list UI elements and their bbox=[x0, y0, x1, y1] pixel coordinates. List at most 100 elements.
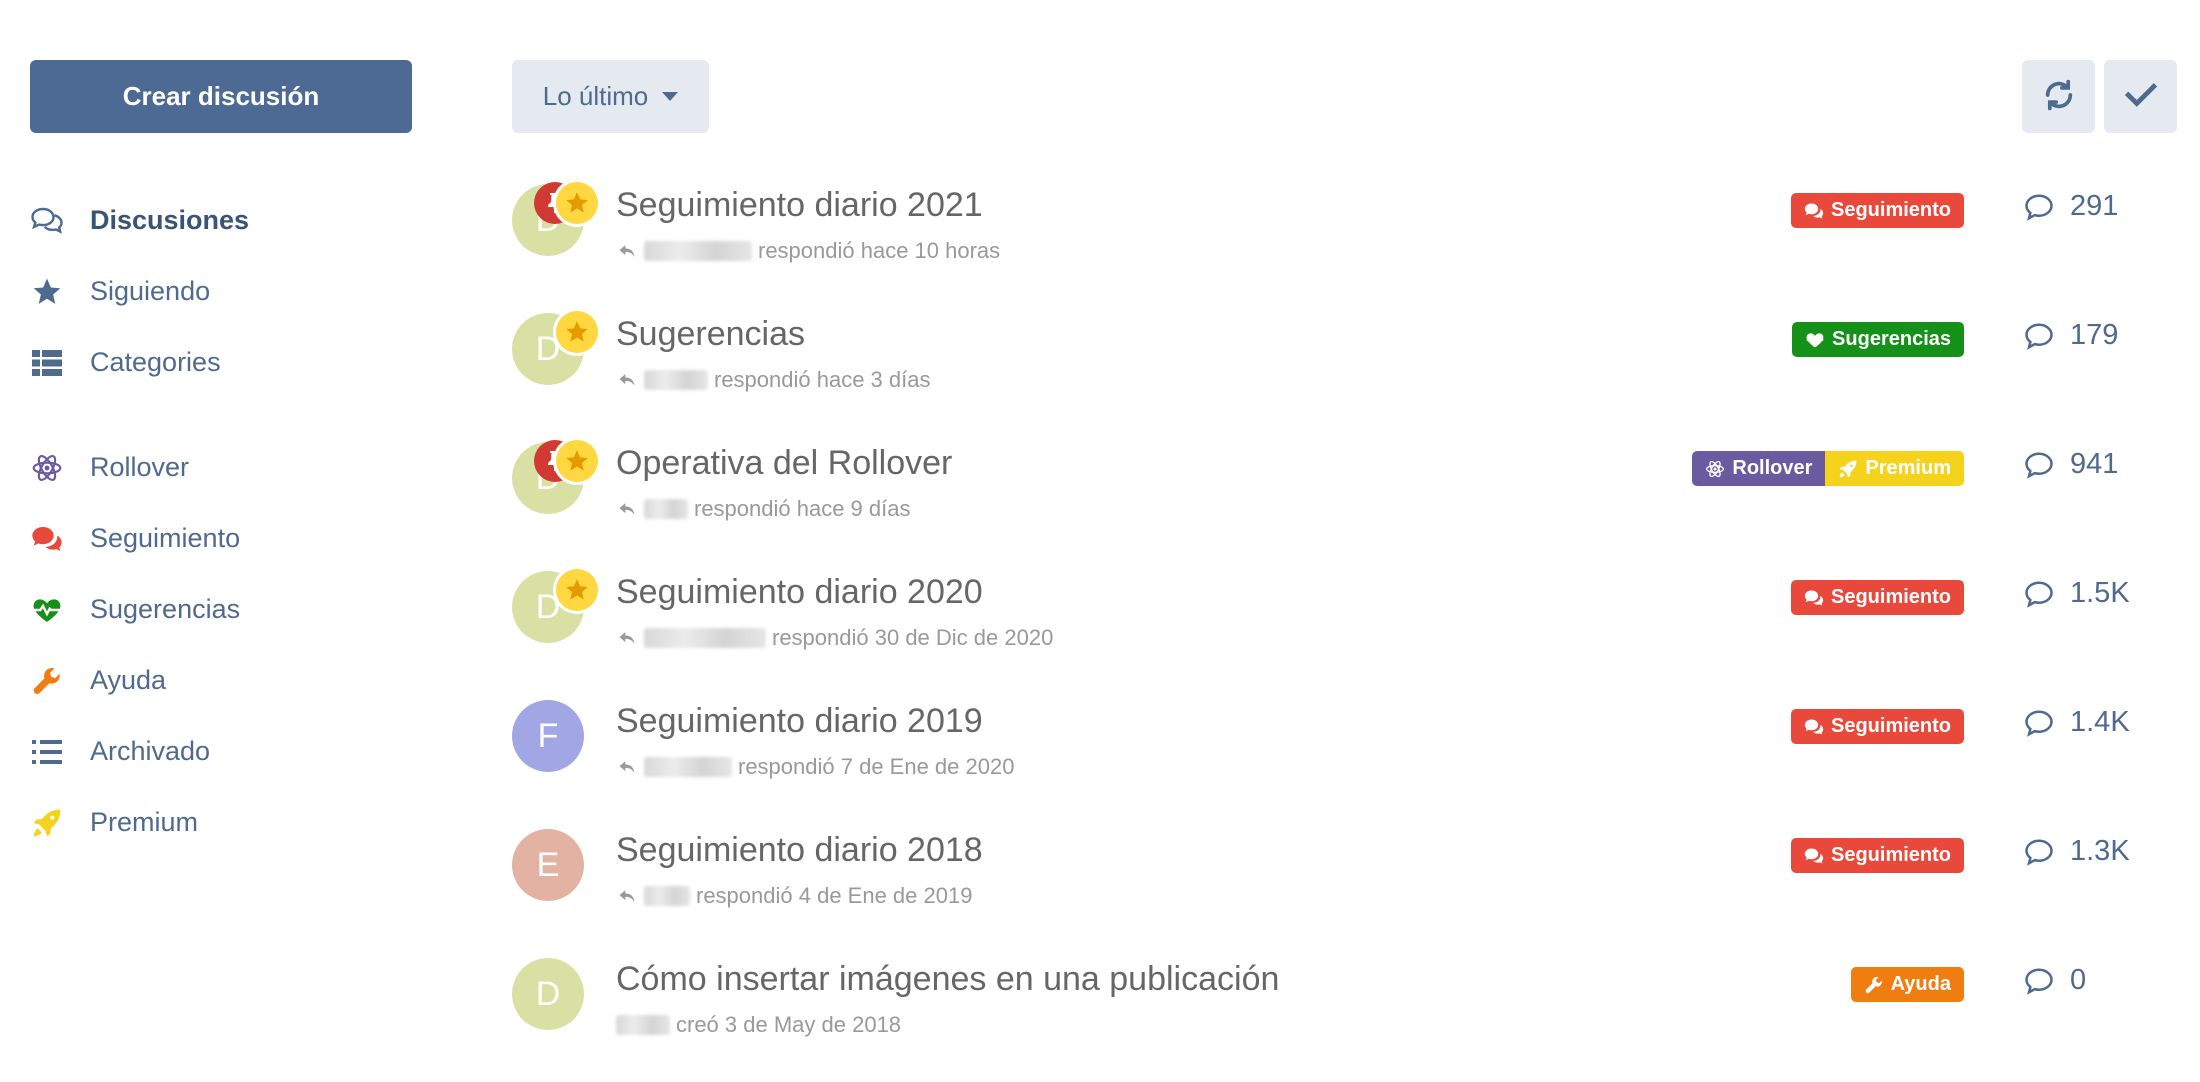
rocket-icon bbox=[30, 806, 64, 840]
star-icon bbox=[30, 275, 64, 309]
reply-count-value: 1.5K bbox=[2070, 577, 2130, 609]
sidebar-item-label: Discusiones bbox=[90, 205, 250, 235]
discussion-meta-text: respondió 4 de Ene de 2019 bbox=[696, 883, 973, 908]
tag-list: Seguimiento bbox=[1790, 580, 1964, 615]
avatar[interactable]: E bbox=[512, 829, 584, 901]
atom-icon bbox=[1705, 459, 1725, 479]
sidebar-item-categories[interactable]: Categories bbox=[30, 327, 412, 398]
tag-seguimiento[interactable]: Seguimiento bbox=[1790, 580, 1964, 615]
reply-icon bbox=[616, 757, 638, 777]
rocket-icon bbox=[1838, 459, 1858, 479]
sidebar-item-rollover[interactable]: Rollover bbox=[30, 432, 412, 503]
sidebar-item-seguimiento[interactable]: Seguimiento bbox=[30, 503, 412, 574]
discussion-title[interactable]: Operativa del Rollover bbox=[616, 444, 952, 483]
reply-count[interactable]: 1.4K bbox=[2024, 706, 2130, 739]
reply-count-value: 0 bbox=[2070, 964, 2087, 996]
discussion-meta: respondió hace 3 días bbox=[616, 367, 931, 393]
discussion-row[interactable]: D Operativa del Rollover respondió hace … bbox=[512, 430, 2142, 559]
reply-count[interactable]: 1.3K bbox=[2024, 835, 2130, 868]
discussion-row[interactable]: D Sugerencias respondió hace 3 días Suge… bbox=[512, 301, 2142, 430]
tag-label: Rollover bbox=[1732, 457, 1813, 479]
reply-count-value: 291 bbox=[2070, 190, 2119, 222]
discussion-meta: respondió hace 10 horas bbox=[616, 238, 1000, 264]
sidebar-item-archivado[interactable]: Archivado bbox=[30, 716, 412, 787]
start-discussion-button[interactable]: Crear discusión bbox=[30, 60, 412, 133]
discussion-meta: respondió hace 9 días bbox=[616, 496, 911, 522]
username-redacted bbox=[644, 886, 690, 906]
discussion-row[interactable]: F Seguimiento diario 2019 respondió 7 de… bbox=[512, 688, 2142, 817]
username-redacted bbox=[644, 757, 732, 777]
reply-count[interactable]: 941 bbox=[2024, 448, 2118, 481]
star-icon bbox=[564, 319, 590, 345]
discussion-meta-text: respondió hace 3 días bbox=[714, 367, 931, 392]
discussion-meta-text: respondió hace 9 días bbox=[694, 496, 911, 521]
discussion-title[interactable]: Seguimiento diario 2021 bbox=[616, 186, 983, 225]
discussion-meta: respondió 30 de Dic de 2020 bbox=[616, 625, 1053, 651]
tag-list: Seguimiento bbox=[1790, 709, 1964, 744]
reply-count-value: 941 bbox=[2070, 448, 2119, 480]
discussion-row[interactable]: D Seguimiento diario 2020 respondió 30 d… bbox=[512, 559, 2142, 688]
discussion-row[interactable]: D Seguimiento diario 2021 respondió hace… bbox=[512, 172, 2142, 301]
discussion-title[interactable]: Seguimiento diario 2019 bbox=[616, 702, 983, 741]
sticky-badge bbox=[556, 440, 598, 482]
comments-solid-icon bbox=[1804, 201, 1824, 221]
sort-dropdown-button[interactable]: Lo último bbox=[512, 60, 709, 133]
sidebar-item-sugerencias[interactable]: Sugerencias bbox=[30, 574, 412, 645]
discussion-title[interactable]: Sugerencias bbox=[616, 315, 805, 354]
avatar[interactable]: F bbox=[512, 700, 584, 772]
reply-count-value: 179 bbox=[2070, 319, 2119, 351]
avatar[interactable]: D bbox=[512, 958, 584, 1030]
reply-count[interactable]: 0 bbox=[2024, 964, 2086, 997]
tag-label: Ayuda bbox=[1890, 973, 1951, 995]
sticky-badge bbox=[556, 569, 598, 611]
reply-count[interactable]: 1.5K bbox=[2024, 577, 2130, 610]
discussion-title[interactable]: Seguimiento diario 2018 bbox=[616, 831, 983, 870]
comment-icon bbox=[2024, 708, 2054, 738]
list-grid-icon bbox=[30, 346, 64, 380]
refresh-icon bbox=[2042, 78, 2076, 115]
tag-seguimiento[interactable]: Seguimiento bbox=[1790, 193, 1964, 228]
tag-label: Seguimiento bbox=[1830, 586, 1951, 608]
comments-solid-icon bbox=[30, 522, 64, 556]
sidebar-item-label: Categories bbox=[90, 347, 221, 377]
reply-count[interactable]: 179 bbox=[2024, 319, 2118, 352]
comment-icon bbox=[2024, 837, 2054, 867]
sidebar-item-label: Seguimiento bbox=[90, 523, 241, 553]
sticky-badge bbox=[556, 182, 598, 224]
discussion-title[interactable]: Cómo insertar imágenes en una publicació… bbox=[616, 960, 1279, 999]
reply-icon bbox=[616, 241, 638, 261]
sidebar-nav: Discusiones Siguiendo Categories Rollove… bbox=[30, 185, 412, 858]
tag-ayuda[interactable]: Ayuda bbox=[1850, 967, 1964, 1002]
sidebar-item-siguiendo[interactable]: Siguiendo bbox=[30, 256, 412, 327]
discussion-meta-text: respondió hace 10 horas bbox=[758, 238, 1001, 263]
refresh-button[interactable] bbox=[2022, 60, 2095, 133]
comments-solid-icon bbox=[1804, 846, 1824, 866]
sidebar-item-label: Sugerencias bbox=[90, 594, 241, 624]
sidebar-item-discusiones[interactable]: Discusiones bbox=[30, 185, 412, 256]
tag-label: Seguimiento bbox=[1830, 199, 1951, 221]
tag-sugerencias[interactable]: Sugerencias bbox=[1792, 322, 1964, 357]
tag-seguimiento[interactable]: Seguimiento bbox=[1790, 709, 1964, 744]
tag-seguimiento[interactable]: Seguimiento bbox=[1790, 838, 1964, 873]
discussion-title[interactable]: Seguimiento diario 2020 bbox=[616, 573, 983, 612]
star-icon bbox=[564, 190, 590, 216]
discussion-meta: respondió 7 de Ene de 2020 bbox=[616, 754, 1014, 780]
tag-premium[interactable]: Premium bbox=[1825, 451, 1964, 486]
reply-count[interactable]: 291 bbox=[2024, 190, 2118, 223]
sidebar-item-ayuda[interactable]: Ayuda bbox=[30, 645, 412, 716]
sidebar-item-label: Premium bbox=[90, 807, 199, 837]
check-icon bbox=[2124, 80, 2158, 113]
tag-rollover[interactable]: Rollover bbox=[1692, 451, 1826, 486]
sidebar: Crear discusión Discusiones Siguiendo Ca… bbox=[30, 60, 412, 837]
sort-label: Lo último bbox=[542, 81, 649, 111]
discussion-row[interactable]: D Cómo insertar imágenes en una publicac… bbox=[512, 946, 2142, 1075]
mark-all-read-button[interactable] bbox=[2104, 60, 2177, 133]
sidebar-item-premium[interactable]: Premium bbox=[30, 787, 412, 858]
tag-label: Seguimiento bbox=[1830, 844, 1951, 866]
discussion-row[interactable]: E Seguimiento diario 2018 respondió 4 de… bbox=[512, 817, 2142, 946]
atom-icon bbox=[30, 451, 64, 485]
comment-icon bbox=[2024, 450, 2054, 480]
comment-icon bbox=[2024, 321, 2054, 351]
reply-icon bbox=[616, 499, 638, 519]
comments-solid-icon bbox=[1804, 588, 1824, 608]
